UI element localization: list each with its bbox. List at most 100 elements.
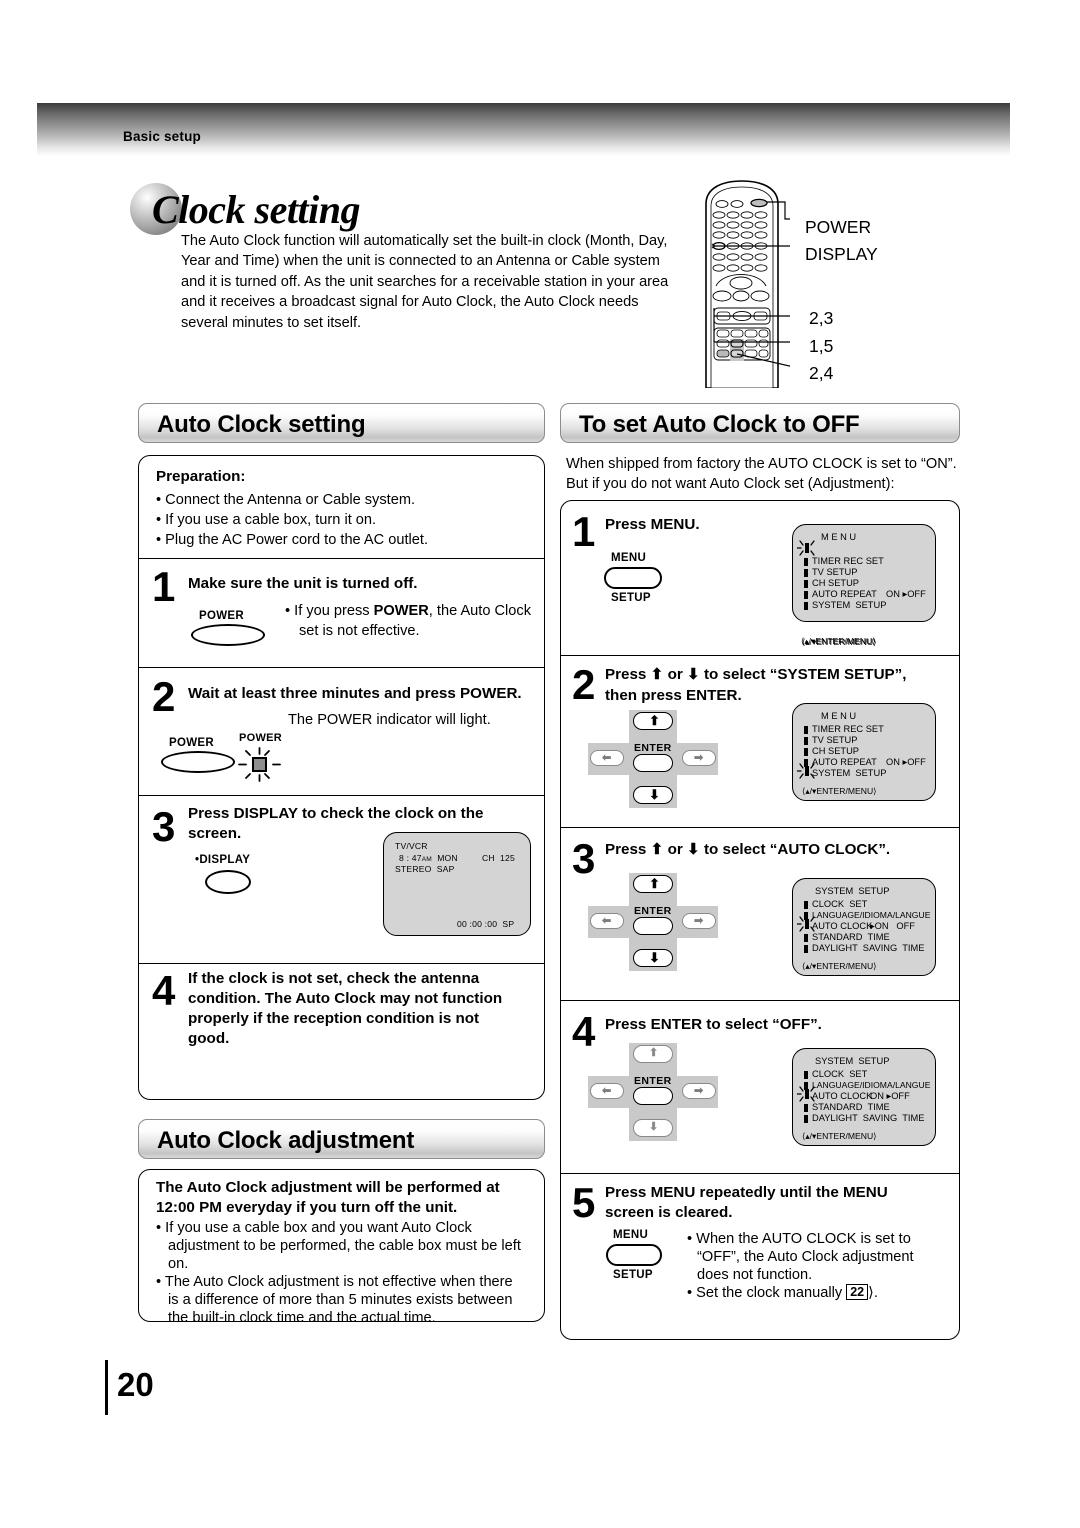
osd-footer: ⟨▴/▾ENTER/MENU⟩ (802, 1131, 877, 1141)
osd-row-4: SYSTEM SETUP (812, 768, 887, 778)
page-number-rule (105, 1360, 108, 1415)
bullet-dot: • (156, 1220, 166, 1236)
osd-row-2: CH SETUP (812, 578, 860, 588)
arrow-right-icon: ➡ (694, 915, 704, 927)
arrow-left-icon: ⬅ (602, 915, 612, 927)
osd-row-bullet (804, 1104, 808, 1112)
arrow-right-icon: ➡ (694, 752, 704, 764)
right-step-2-heading-2: then press ENTER. (605, 687, 742, 704)
right-step-5-note-0-line-2: does not function. (697, 1267, 813, 1283)
arrow-down-icon: ⬇ (686, 841, 700, 858)
left-step-4-heading-3: good. (188, 1030, 230, 1047)
right-intro-line-2: But if you do not want Auto Clock set (A… (566, 476, 895, 492)
arrow-left-icon: ⬅ (602, 752, 612, 764)
tv-screen-source: TV/VCR (395, 841, 428, 851)
right-step-5-note-0-line-0: • When the AUTO CLOCK is set to (687, 1231, 911, 1247)
divider (561, 1173, 959, 1174)
page-title: Clock setting (152, 187, 360, 232)
osd-row-4: DAYLIGHT SAVING TIME (812, 943, 925, 953)
arrow-down-icon: ⬇ (649, 787, 660, 802)
osd-row-3: AUTO REPEAT (812, 589, 877, 599)
running-header-label: Basic setup (123, 129, 201, 144)
heading-post: to select “AUTO CLOCK”. (699, 841, 891, 858)
bullet-0-line-0: If you use a cable box and you want Auto… (165, 1220, 472, 1236)
left-step-4-number: 4 (152, 967, 176, 1014)
left-step-1-number: 1 (152, 563, 176, 610)
right-step-2-heading-1: Press ⬆ or ⬇ to select “SYSTEM SETUP”, (605, 665, 907, 685)
page-number: 20 (117, 1366, 154, 1403)
menu-button-label: MENU (613, 1229, 649, 1241)
intro-paragraph: The Auto Clock function will automatical… (181, 233, 669, 331)
osd-screen-menu-step1: M E N U TIMER REC SET TV SETUP CH SETUP … (792, 524, 936, 647)
page-reference-box[interactable]: 22 (846, 1284, 869, 1300)
preparation-heading: Preparation: (156, 468, 246, 485)
section-title-text: Auto Clock adjustment (157, 1127, 415, 1154)
pad-enter-button[interactable] (633, 917, 673, 935)
divider (139, 667, 544, 668)
osd-row-bullet (804, 1071, 808, 1079)
osd-row-3: STANDARD TIME (812, 1102, 890, 1112)
section-header-auto-clock-setting: Auto Clock setting (138, 403, 545, 443)
note-post: , the Auto Clock (428, 603, 532, 619)
adjustment-heading-1: The Auto Clock adjustment will be perfor… (156, 1179, 500, 1196)
section-title-text: To set Auto Clock to OFF (579, 411, 860, 438)
osd-title: M E N U (821, 711, 857, 721)
display-button[interactable] (205, 870, 251, 894)
osd-row-2: CH SETUP (812, 746, 860, 756)
pad-enter-button[interactable] (633, 754, 673, 772)
osd-title: SYSTEM SETUP (815, 1056, 890, 1066)
preparation-item-0: • Connect the Antenna or Cable system. (156, 491, 415, 511)
left-step-4-heading-1: condition. The Auto Clock may not functi… (188, 990, 503, 1007)
osd-row-2-value: ON ▸OFF (870, 1091, 910, 1101)
pad-enter-button[interactable] (633, 1087, 673, 1105)
pad-enter-label: ENTER (634, 905, 672, 917)
day-value: MON (437, 853, 458, 863)
callout-power: POWER (805, 217, 872, 237)
setup-button-label: SETUP (611, 592, 651, 604)
preparation-item-0-text: Connect the Antenna or Cable system. (165, 492, 416, 508)
setup-button-label: SETUP (613, 1269, 653, 1281)
osd-footer: ⟨▴/▾ENTER/MENU⟩ (802, 786, 877, 796)
menu-button-label: MENU (611, 552, 647, 564)
callout-display: DISPLAY (805, 244, 878, 264)
arrow-up-icon: ⬆ (650, 841, 664, 858)
bullet-dot: • (156, 492, 166, 508)
osd-row-3: AUTO REPEAT (812, 757, 877, 767)
bullet-1-line-1: is a difference of more than 5 minutes e… (168, 1292, 513, 1308)
left-step-4-heading-0: If the clock is not set, check the anten… (188, 970, 480, 987)
osd-row-0: TIMER REC SET (812, 556, 884, 566)
cross-pad-step2: ⬆ ENTER ⬅ ➡ ⬇ (588, 710, 718, 808)
remote-control-illustration (700, 178, 799, 389)
osd-footer-step1: ⟨▴/▾ENTER/MENU⟩ (801, 636, 876, 646)
arrow-up-icon: ⬆ (649, 1047, 659, 1059)
heading-pre: Press (605, 666, 651, 683)
osd-row-4: DAYLIGHT SAVING TIME (812, 1113, 925, 1123)
osd-row-0: CLOCK SET (812, 899, 868, 909)
osd-row-1: LANGUAGE/IDIOMA/LANGUE (812, 910, 931, 920)
osd-row-bullet (804, 737, 808, 745)
power-button[interactable] (161, 751, 235, 773)
left-step-1-note-line2: set is not effective. (299, 623, 420, 639)
arrow-left-icon: ⬅ (602, 1085, 612, 1097)
display-label-text: DISPLAY (199, 854, 251, 866)
osd-row-bullet (804, 602, 808, 610)
arrow-up-icon: ⬆ (649, 876, 660, 891)
preparation-item-1-text: If you use a cable box, turn it on. (165, 512, 377, 528)
menu-setup-button[interactable] (604, 567, 662, 589)
arrow-down-icon: ⬇ (686, 666, 700, 683)
osd-row-bullet (804, 748, 808, 756)
adjustment-heading-2: 12:00 PM everyday if you turn off the un… (156, 1199, 458, 1216)
left-step-2-note: The POWER indicator will light. (288, 712, 491, 728)
note-text: • Set the clock manually (687, 1285, 847, 1301)
tv-screen-channel: CH 125 (482, 853, 515, 863)
arrow-down-icon: ⬇ (649, 950, 660, 965)
osd-row-0: CLOCK SET (812, 1069, 868, 1079)
divider (139, 558, 544, 559)
power-button[interactable] (191, 624, 265, 646)
divider (561, 827, 959, 828)
heading-post: to select “SYSTEM SETUP”, (699, 666, 907, 683)
osd-screen-system-setup-step4: SYSTEM SETUP CLOCK SET LANGUAGE/IDIOMA/L… (792, 1048, 936, 1146)
menu-setup-button[interactable] (606, 1244, 662, 1266)
preparation-item-2: • Plug the AC Power cord to the AC outle… (156, 531, 428, 551)
arrow-right-icon: ➡ (694, 1085, 704, 1097)
